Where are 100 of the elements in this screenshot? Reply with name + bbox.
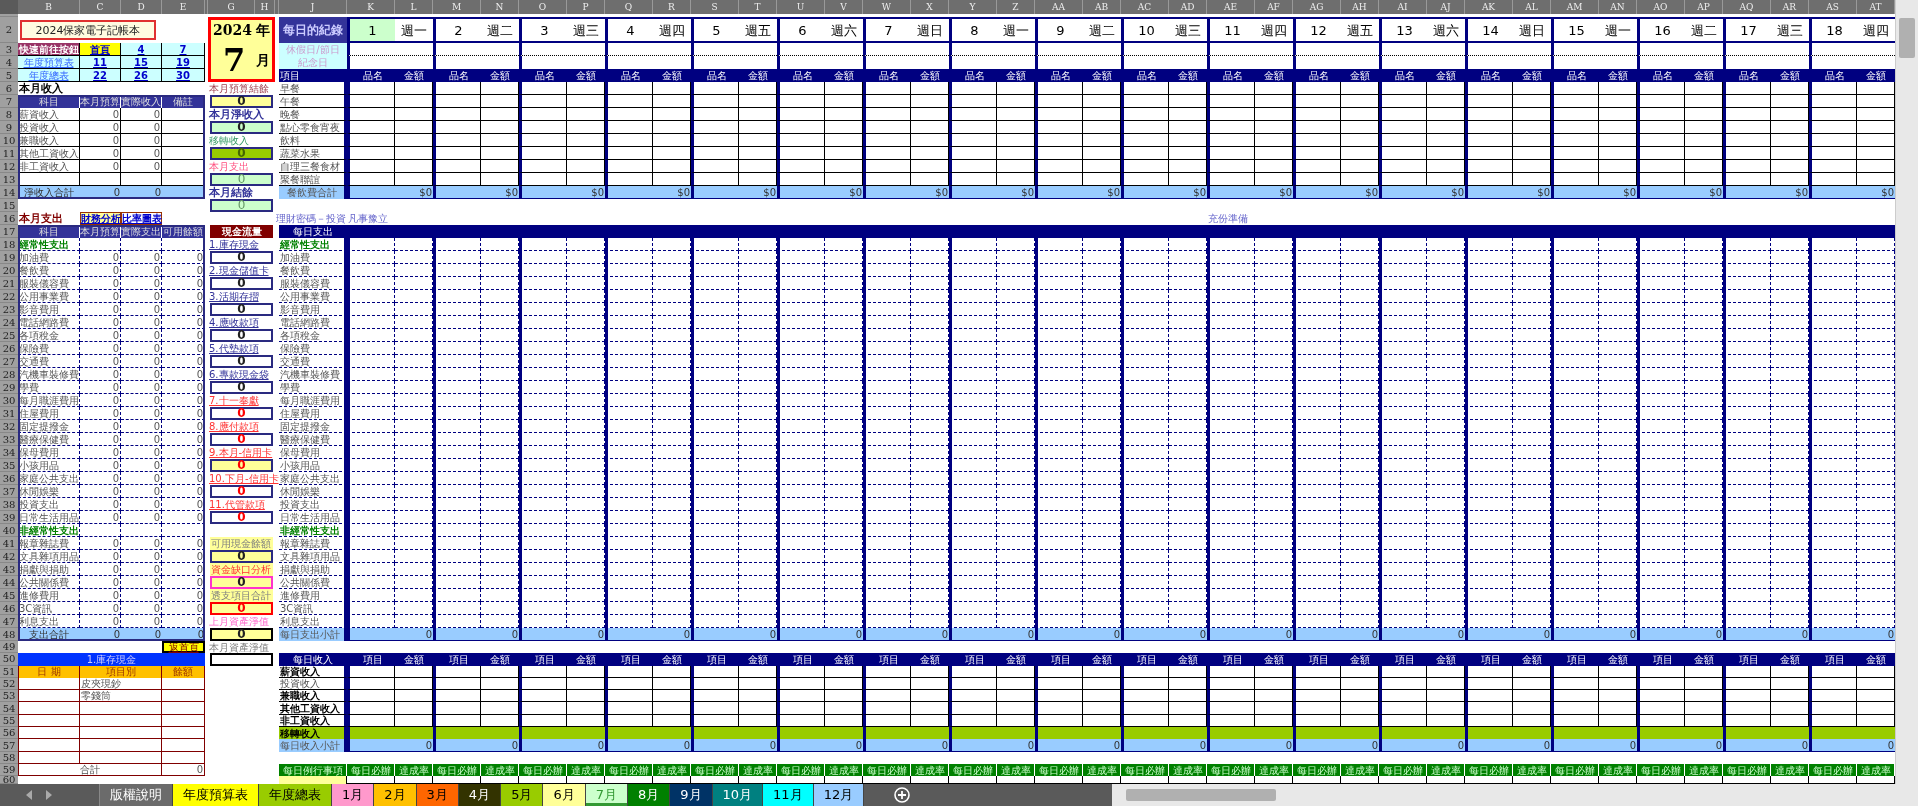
row-header[interactable]: 10 <box>0 134 18 147</box>
column-header[interactable]: AN <box>1599 0 1637 14</box>
date-link[interactable]: 19 <box>162 56 205 69</box>
column-header[interactable]: AL <box>1513 0 1551 14</box>
column-header[interactable]: E <box>162 0 205 14</box>
sheet-tab[interactable]: 11月 <box>763 784 814 806</box>
cash-flow-link[interactable]: 10.下月-信用卡 <box>208 472 279 485</box>
cash-flow-link[interactable]: 2.現金儲值卡 <box>208 264 279 277</box>
column-header[interactable]: B <box>18 0 80 14</box>
cash-flow-link[interactable]: 3.活期存摺 <box>208 290 279 303</box>
row-header[interactable]: 21 <box>0 277 18 290</box>
row-header[interactable]: 47 <box>0 615 18 628</box>
date-link[interactable]: 22 <box>80 69 121 82</box>
date-link[interactable]: 15 <box>121 56 162 69</box>
row-header[interactable]: 8 <box>0 108 18 121</box>
row-header[interactable]: 49 <box>0 641 18 654</box>
column-header[interactable]: U <box>777 0 825 14</box>
date-link[interactable]: 7 <box>162 43 205 56</box>
row-header[interactable]: 19 <box>0 251 18 264</box>
row-header[interactable]: 13 <box>0 173 18 186</box>
column-header[interactable]: T <box>739 0 777 14</box>
date-link[interactable]: 30 <box>162 69 205 82</box>
sheet-tab[interactable]: 7月 <box>585 784 628 806</box>
sheet-tab[interactable]: 年度總表 <box>259 784 332 806</box>
column-header[interactable]: AO <box>1637 0 1685 14</box>
date-link[interactable]: 26 <box>121 69 162 82</box>
left-arrow-icon[interactable] <box>26 790 32 800</box>
column-header[interactable]: AM <box>1551 0 1599 14</box>
row-header[interactable]: 14 <box>0 186 18 199</box>
row-header[interactable]: 16 <box>0 212 18 225</box>
column-header[interactable]: S <box>691 0 739 14</box>
row-header[interactable]: 54 <box>0 702 18 715</box>
column-header[interactable]: AH <box>1341 0 1379 14</box>
date-link[interactable]: 首頁 <box>80 43 121 56</box>
row-header[interactable]: 46 <box>0 602 18 615</box>
row-header[interactable]: 31 <box>0 407 18 420</box>
sheet-link[interactable]: 年度預算表 <box>18 56 80 69</box>
column-header[interactable]: J <box>279 0 347 14</box>
row-header[interactable]: 15 <box>0 199 18 212</box>
date-link[interactable]: 4 <box>121 43 162 56</box>
column-header[interactable]: N <box>481 0 519 14</box>
column-header[interactable]: AT <box>1857 0 1895 14</box>
column-header[interactable]: O <box>519 0 567 14</box>
row-header[interactable]: 50 <box>0 653 18 666</box>
row-header[interactable]: 18 <box>0 238 18 251</box>
column-header[interactable]: AC <box>1121 0 1169 14</box>
column-header[interactable]: W <box>863 0 911 14</box>
column-header[interactable]: H <box>255 0 275 14</box>
row-header[interactable]: 20 <box>0 264 18 277</box>
row-header[interactable]: 12 <box>0 160 18 173</box>
column-header[interactable]: L <box>395 0 433 14</box>
row-header[interactable]: 37 <box>0 485 18 498</box>
row-header[interactable]: 26 <box>0 342 18 355</box>
row-header[interactable]: 7 <box>0 95 18 108</box>
cash-flow-link[interactable]: 6.專款現金袋 <box>208 368 279 381</box>
column-header[interactable] <box>275 0 279 14</box>
row-header[interactable]: 53 <box>0 690 18 703</box>
cash-flow-link[interactable]: 7.十一奉獻 <box>208 394 279 407</box>
column-header[interactable] <box>205 0 208 14</box>
row-header[interactable]: 40 <box>0 524 18 537</box>
row-header[interactable]: 43 <box>0 563 18 576</box>
row-header[interactable]: 35 <box>0 459 18 472</box>
row-header[interactable]: 45 <box>0 589 18 602</box>
column-header[interactable]: AE <box>1207 0 1255 14</box>
cash-flow-link[interactable]: 4.應收款項 <box>208 316 279 329</box>
column-header[interactable]: Q <box>605 0 653 14</box>
row-header[interactable]: 24 <box>0 316 18 329</box>
row-header[interactable]: 44 <box>0 576 18 589</box>
cash-flow-link[interactable]: 1.庫存現金 <box>208 238 279 251</box>
column-header[interactable]: AG <box>1293 0 1341 14</box>
column-header[interactable]: AF <box>1255 0 1293 14</box>
column-header[interactable]: K <box>347 0 395 14</box>
row-header[interactable]: 29 <box>0 381 18 394</box>
column-header[interactable]: C <box>80 0 121 14</box>
sheet-tab[interactable]: 12月 <box>813 784 865 806</box>
row-header[interactable]: 36 <box>0 472 18 485</box>
column-header[interactable]: AP <box>1685 0 1723 14</box>
date-link[interactable]: 11 <box>80 56 121 69</box>
column-header[interactable]: V <box>825 0 863 14</box>
sheet-tab[interactable]: 1月 <box>332 784 375 806</box>
column-header[interactable]: Y <box>949 0 997 14</box>
sheet-tab[interactable]: 4月 <box>458 784 502 806</box>
sheet-tab[interactable]: 6月 <box>543 784 586 806</box>
sheet-tab[interactable]: 8月 <box>627 784 671 806</box>
column-header[interactable]: AK <box>1465 0 1513 14</box>
cash-flow-link[interactable]: 5.代墊款項 <box>208 342 279 355</box>
row-header[interactable]: 6 <box>0 82 18 95</box>
column-header[interactable]: X <box>911 0 949 14</box>
sheet-tab[interactable]: 版權說明 <box>100 784 173 806</box>
sheet-tab[interactable]: 年度預算表 <box>173 784 259 806</box>
column-header[interactable]: AI <box>1379 0 1427 14</box>
column-header[interactable]: G <box>208 0 255 14</box>
row-header[interactable]: 3 <box>0 43 18 56</box>
column-header[interactable]: AS <box>1809 0 1857 14</box>
row-header[interactable]: 17 <box>0 225 18 238</box>
row-header[interactable]: 25 <box>0 329 18 342</box>
select-all-corner[interactable] <box>0 0 18 14</box>
row-header[interactable]: 5 <box>0 69 18 82</box>
home-button[interactable]: 返首頁 <box>162 641 205 654</box>
column-header[interactable]: R <box>653 0 691 14</box>
